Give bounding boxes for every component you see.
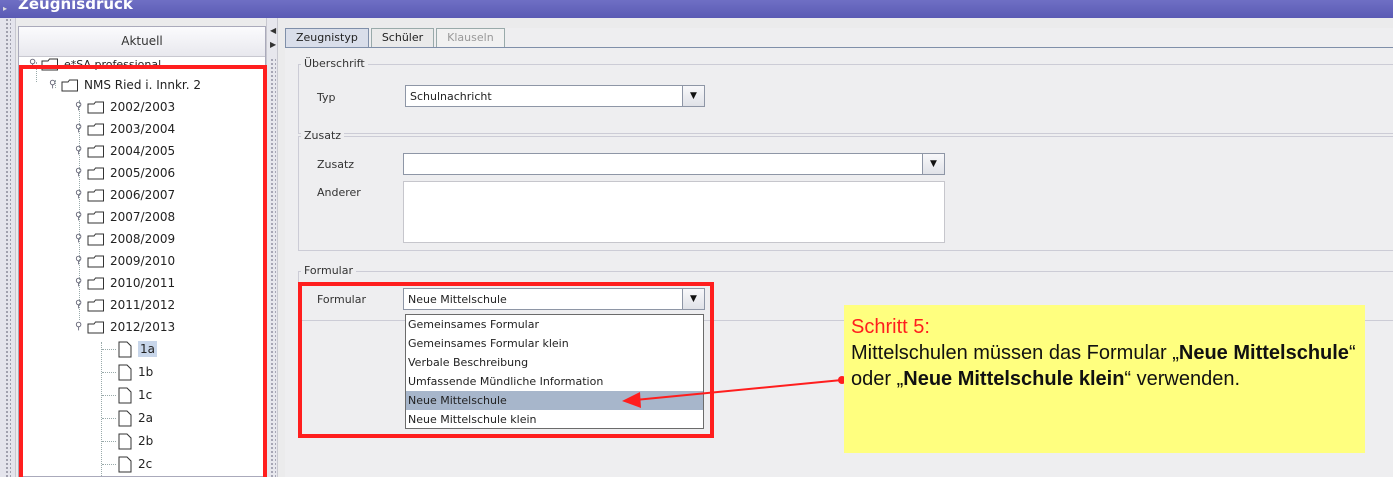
window-title: Zeugnisdruck [18, 0, 133, 13]
grip-icon: ▸ [3, 4, 8, 13]
collapse-left-icon[interactable]: ◀ [270, 26, 276, 35]
typ-value: Schulnachricht [410, 90, 492, 103]
zusatz-label: Zusatz [317, 158, 355, 171]
tab-zeugnistyp[interactable]: Zeugnistyp [285, 28, 369, 48]
zusatz-select[interactable]: ▼ [403, 153, 945, 175]
typ-select[interactable]: Schulnachricht ▼ [405, 85, 705, 107]
anderer-textarea[interactable] [403, 181, 945, 243]
anderer-label: Anderer [317, 186, 361, 199]
window-title-bar: ▸ Zeugnisdruck [0, 0, 1393, 18]
typ-label: Typ [317, 91, 336, 104]
tab-klauseln: Klauseln [436, 28, 505, 48]
annotation-callout: Schritt 5: Mittelschulen müssen das Form… [844, 305, 1365, 453]
callout-text: “ verwenden. [1124, 368, 1241, 390]
annotation-highlight-tree [19, 65, 267, 477]
group-legend: Überschrift [301, 57, 368, 70]
dropdown-arrow-icon[interactable]: ▼ [922, 154, 944, 174]
tree-header: Aktuell [19, 27, 265, 57]
callout-bold: Neue Mittelschule [1178, 342, 1349, 364]
tab-schueler[interactable]: Schüler [370, 28, 435, 48]
annotation-highlight-formular [298, 282, 714, 438]
dropdown-arrow-icon[interactable]: ▼ [682, 86, 704, 106]
group-legend: Zusatz [301, 129, 345, 142]
tab-bar: Zeugnistyp Schüler Klauseln [285, 28, 507, 48]
left-edge-handle[interactable] [0, 18, 16, 477]
callout-step: Schritt 5: [851, 316, 930, 338]
callout-bold: Neue Mittelschule klein [903, 368, 1125, 390]
expand-right-icon[interactable]: ▶ [270, 40, 276, 49]
group-legend: Formular [301, 264, 357, 277]
callout-text: Mittelschulen müssen das Formular „ [851, 342, 1179, 364]
panel-splitter[interactable]: ◀ ▶ [266, 18, 278, 477]
